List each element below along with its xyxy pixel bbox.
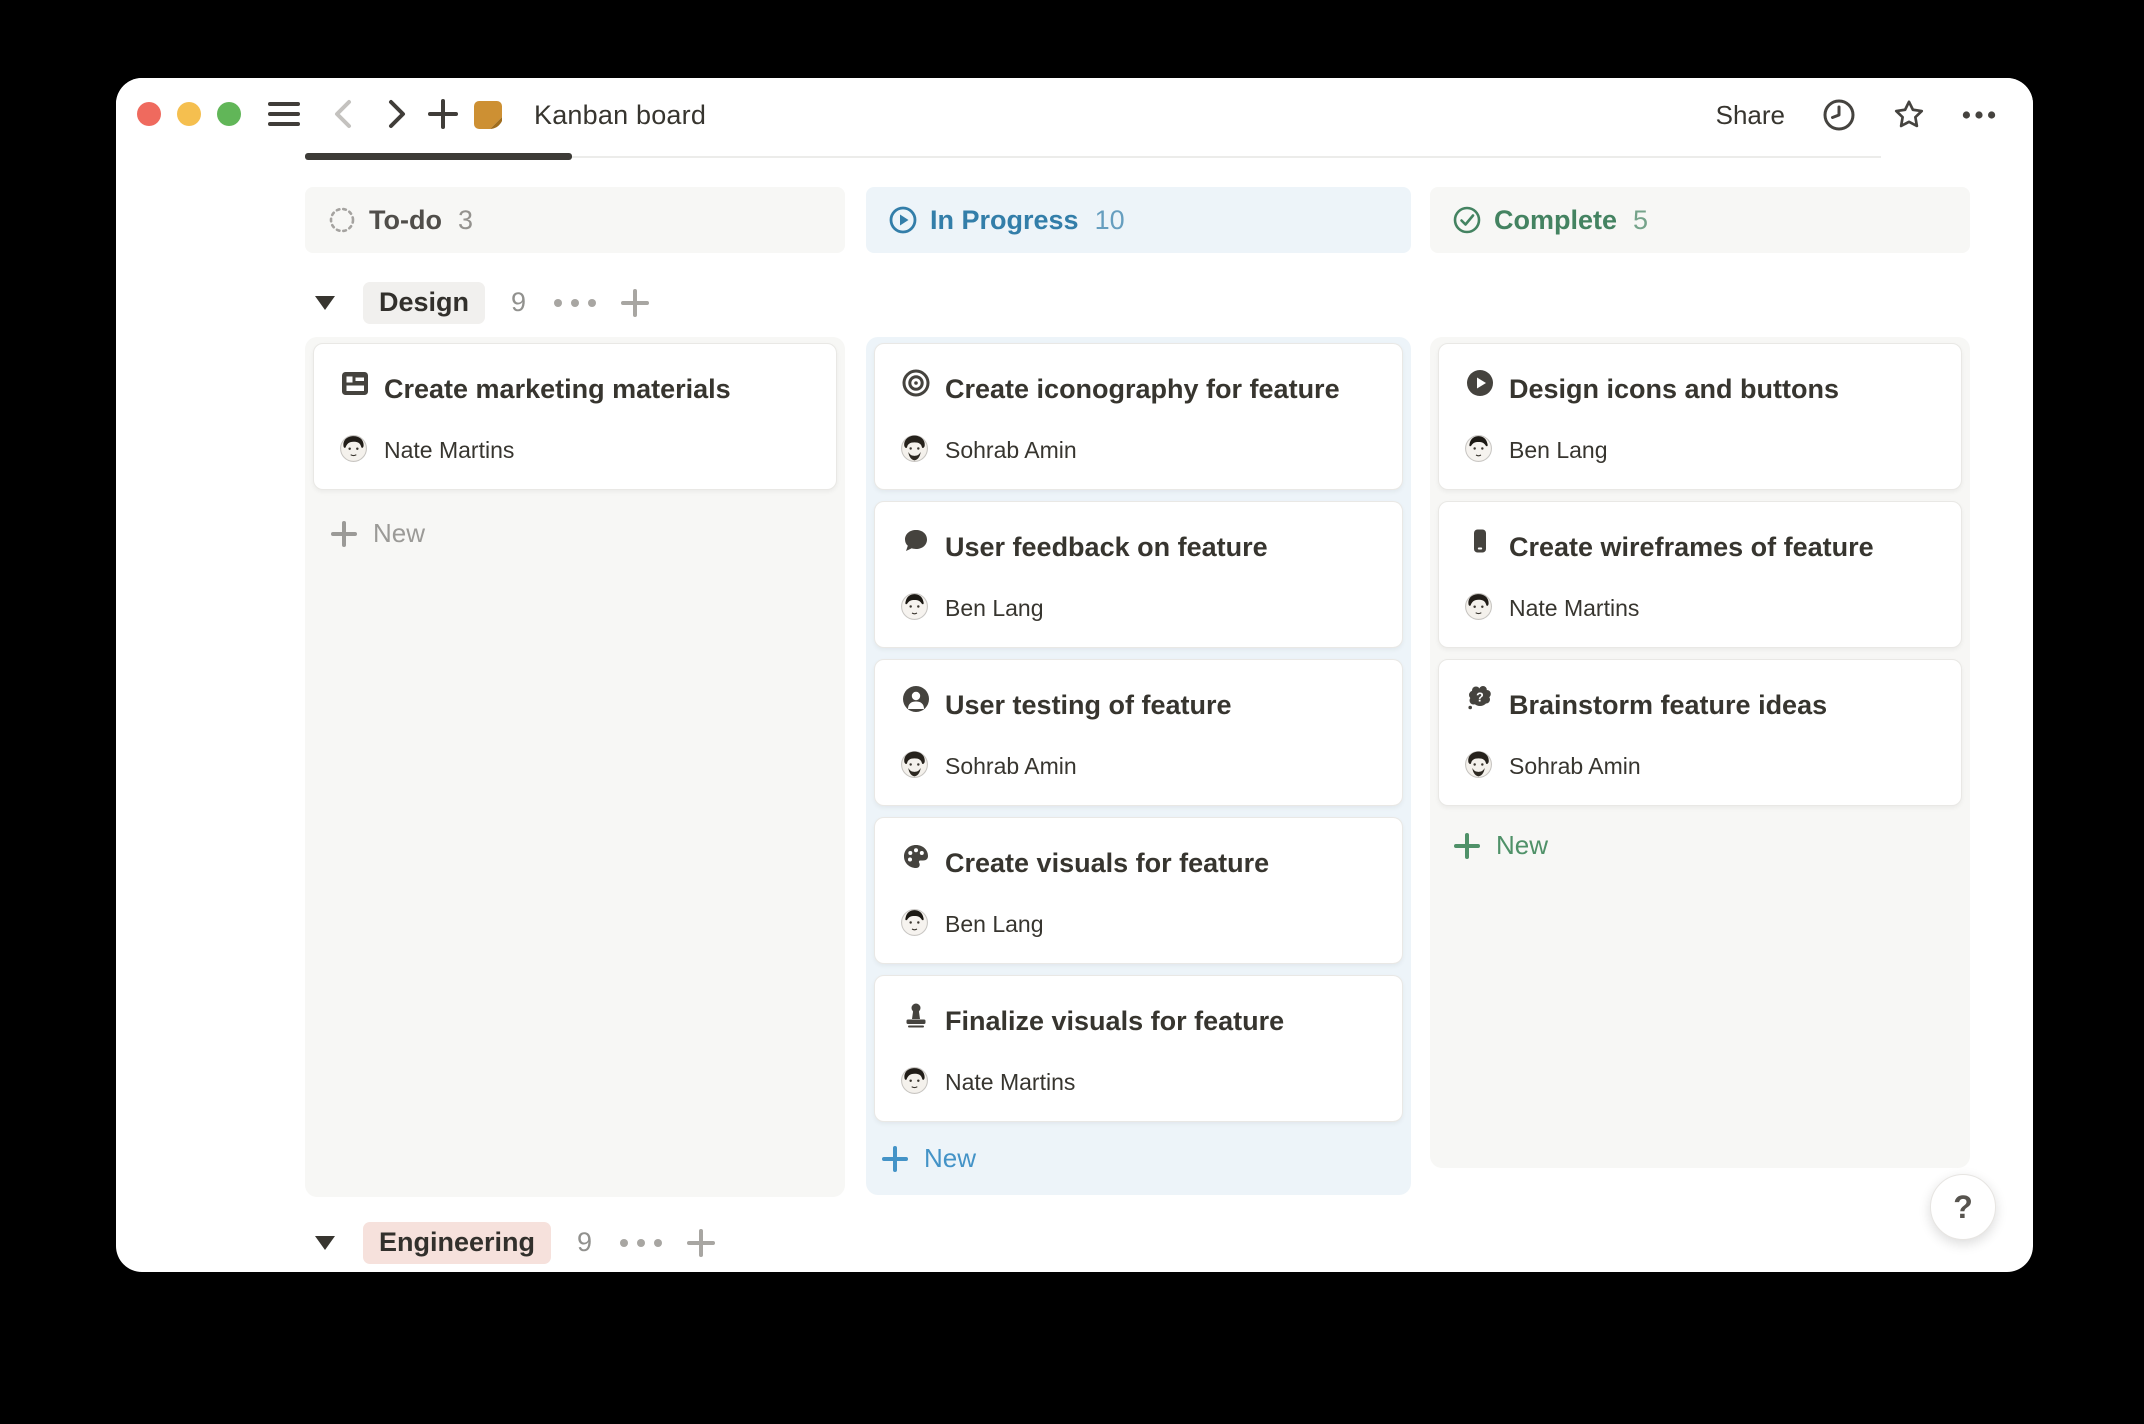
card-create-iconography[interactable]: Create iconography for feature Sohrab Am… [874,343,1403,490]
page-title: Kanban board [534,100,706,131]
assignee-name: Nate Martins [945,1069,1075,1096]
back-icon[interactable] [327,97,361,131]
dashed-circle-icon [327,205,357,235]
group-more-icon[interactable] [554,299,596,307]
card-title: Brainstorm feature ideas [1509,690,1827,721]
group-add-icon[interactable] [620,288,650,318]
assignee-name: Ben Lang [945,911,1043,938]
new-card-button-in-progress[interactable]: New [882,1143,976,1174]
card-title: User testing of feature [945,690,1232,721]
column-header-complete[interactable]: Complete 5 [1430,187,1970,253]
stamp-icon [901,1000,931,1030]
new-page-icon[interactable] [426,97,460,131]
group-row-engineering: Engineering 9 [305,1218,716,1267]
help-label: ? [1953,1189,1973,1226]
card-design-icons-buttons[interactable]: Design icons and buttons Ben Lang [1438,343,1962,490]
check-circle-icon [1452,205,1482,235]
clock-icon[interactable] [1821,97,1857,133]
card-user-feedback[interactable]: User feedback on feature Ben Lang [874,501,1403,648]
group-row-design: Design 9 [305,278,650,327]
assignee-name: Sohrab Amin [945,437,1077,464]
help-button[interactable]: ? [1930,1174,1996,1240]
assignee-name: Ben Lang [1509,437,1607,464]
card-brainstorm-ideas[interactable]: ? Brainstorm feature ideas Sohrab Amin [1438,659,1962,806]
play-ring-icon [888,205,918,235]
plus-icon [882,1146,908,1172]
card-create-visuals[interactable]: Create visuals for feature Ben Lang [874,817,1403,964]
group-badge[interactable]: Design [363,282,485,324]
group-more-icon[interactable] [620,1239,662,1247]
group-add-icon[interactable] [686,1228,716,1258]
target-icon [901,368,931,398]
app-window: Kanban board Share [116,78,2033,1272]
card-finalize-visuals[interactable]: Finalize visuals for feature Nate Martin… [874,975,1403,1122]
card-title: Finalize visuals for feature [945,1006,1284,1037]
column-header-todo[interactable]: To-do 3 [305,187,845,253]
zoom-window-button[interactable] [217,102,241,126]
card-title: Design icons and buttons [1509,374,1839,405]
avatar [1465,593,1492,620]
image-layout-icon [340,368,370,398]
user-circle-icon [901,684,931,714]
forward-icon[interactable] [379,97,413,131]
close-window-button[interactable] [137,102,161,126]
card-create-wireframes[interactable]: Create wireframes of feature Nate Martin… [1438,501,1962,648]
assignee-name: Ben Lang [945,595,1043,622]
column-label: In Progress [930,205,1079,236]
collapse-triangle-icon[interactable] [315,1236,335,1250]
assignee-name: Nate Martins [1509,595,1639,622]
plus-icon [1454,833,1480,859]
palette-icon [901,842,931,872]
assignee-name: Sohrab Amin [945,753,1077,780]
card-title: Create visuals for feature [945,848,1269,879]
avatar [1465,751,1492,778]
avatar [901,909,928,936]
titlebar: Kanban board Share [116,78,2033,157]
assignee-name: Nate Martins [384,437,514,464]
play-circle-icon [1465,368,1495,398]
screen: Kanban board Share [0,0,2144,1424]
column-label: To-do [369,205,442,236]
group-count: 9 [511,287,526,318]
new-card-button-todo[interactable]: New [331,518,425,549]
collapse-triangle-icon[interactable] [315,296,335,310]
group-count: 9 [577,1227,592,1258]
avatar [901,1067,928,1094]
star-icon[interactable] [1891,97,1927,133]
avatar [1465,435,1492,462]
card-create-marketing-materials[interactable]: Create marketing materials Nate Martins [313,343,837,490]
plus-icon [331,521,357,547]
new-card-label: New [373,518,425,549]
thought-bubble-icon: ? [1465,684,1495,714]
speech-bubble-icon [901,526,931,556]
column-label: Complete [1494,205,1617,236]
card-title: Create marketing materials [384,374,731,405]
ellipsis-icon[interactable] [1961,97,1997,133]
avatar [901,593,928,620]
assignee-name: Sohrab Amin [1509,753,1641,780]
avatar [340,435,367,462]
column-count: 10 [1095,205,1125,236]
minimize-window-button[interactable] [177,102,201,126]
tab-indicator [305,153,572,160]
column-count: 5 [1633,205,1648,236]
avatar [901,435,928,462]
card-user-testing[interactable]: User testing of feature Sohrab Amin [874,659,1403,806]
hamburger-menu-icon[interactable] [267,97,301,131]
card-title: Create wireframes of feature [1509,532,1874,563]
card-title: User feedback on feature [945,532,1268,563]
svg-text:?: ? [1476,691,1484,705]
avatar [901,751,928,778]
group-badge[interactable]: Engineering [363,1222,551,1264]
new-card-label: New [924,1143,976,1174]
column-header-in-progress[interactable]: In Progress 10 [866,187,1411,253]
phone-icon [1465,526,1495,556]
new-card-button-complete[interactable]: New [1454,830,1548,861]
card-title: Create iconography for feature [945,374,1340,405]
share-button[interactable]: Share [1716,100,1785,131]
column-count: 3 [458,205,473,236]
new-card-label: New [1496,830,1548,861]
board-page-icon [471,98,505,132]
